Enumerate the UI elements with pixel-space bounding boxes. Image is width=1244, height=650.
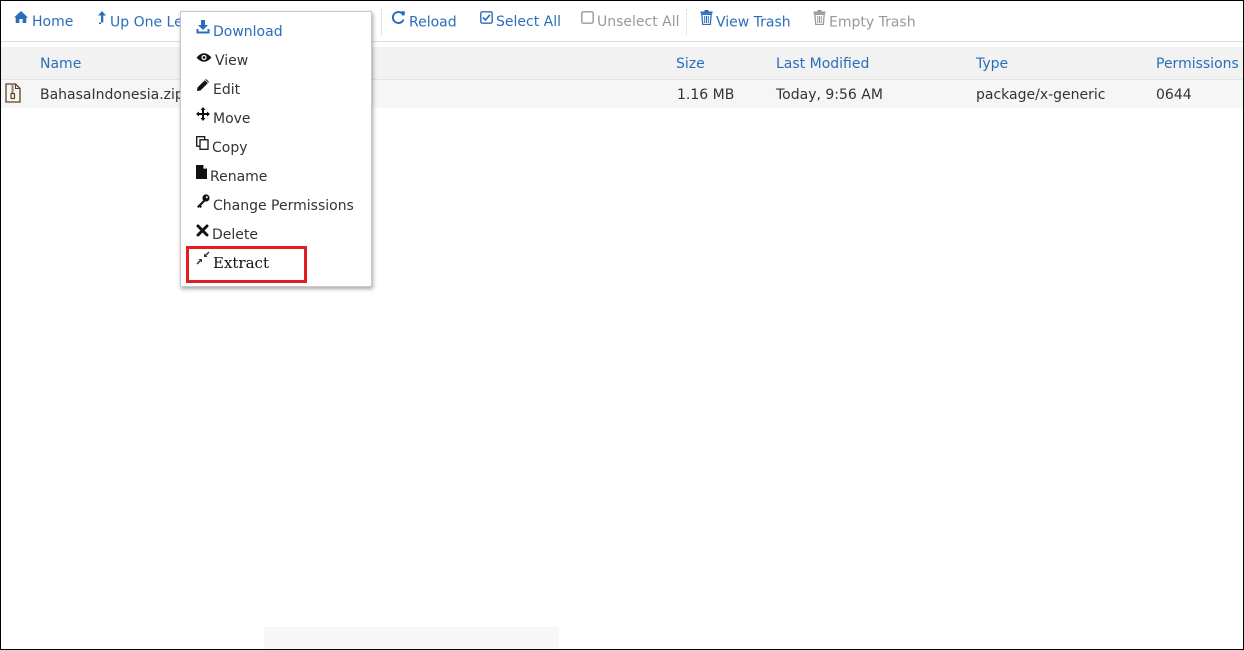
bottom-strip: [264, 627, 559, 649]
menu-label-edit: Edit: [213, 82, 241, 98]
menu-label-copy: Copy: [212, 140, 248, 156]
view-trash-label: View Trash: [716, 14, 791, 31]
menu-item-copy[interactable]: Copy: [196, 136, 248, 158]
menu-label-delete: Delete: [212, 227, 258, 243]
column-header-size[interactable]: Size: [676, 55, 705, 73]
menu-item-edit[interactable]: Edit: [196, 78, 241, 100]
key-icon: [196, 194, 210, 214]
column-header-type[interactable]: Type: [976, 55, 1008, 73]
menu-label-change-permissions: Change Permissions: [213, 198, 354, 214]
file-modified-cell: Today, 9:56 AM: [776, 87, 883, 103]
copy-icon: [196, 136, 209, 156]
pencil-icon: [196, 78, 210, 98]
trash-icon: [700, 10, 713, 31]
compress-icon: [196, 251, 210, 271]
toolbar-separator: [381, 9, 382, 35]
menu-item-view[interactable]: View: [196, 51, 248, 71]
select-all-label: Select All: [496, 14, 561, 30]
file-manager-window: Home Up One Le Reload Select All Unselec…: [0, 0, 1244, 650]
reload-icon: [391, 10, 406, 31]
menu-item-move[interactable]: Move: [196, 107, 251, 129]
eye-icon: [196, 49, 212, 69]
checked-box-icon: [480, 10, 493, 30]
context-menu: Download View Edit Move Copy Rename Chan…: [180, 11, 372, 287]
x-icon: [196, 223, 209, 243]
home-button[interactable]: Home: [13, 10, 74, 32]
file-icon: [196, 165, 207, 185]
file-type-cell: package/x-generic: [976, 87, 1106, 103]
up-one-level-label: Up One Le: [110, 14, 183, 31]
home-icon: [13, 10, 29, 30]
home-label: Home: [32, 14, 74, 30]
up-one-level-button[interactable]: Up One Le: [97, 10, 183, 32]
reload-button[interactable]: Reload: [391, 10, 457, 32]
file-name-cell[interactable]: BahasaIndonesia.zip: [40, 86, 184, 104]
column-header-permissions[interactable]: Permissions: [1156, 55, 1239, 73]
menu-label-move: Move: [213, 111, 251, 127]
empty-trash-button[interactable]: Empty Trash: [813, 10, 916, 32]
menu-label-view: View: [215, 53, 249, 69]
menu-item-delete[interactable]: Delete: [196, 223, 258, 245]
empty-box-icon: [581, 10, 594, 30]
select-all-button[interactable]: Select All: [480, 10, 561, 32]
empty-trash-label: Empty Trash: [829, 14, 916, 31]
file-permissions-cell: 0644: [1156, 87, 1192, 103]
menu-item-rename[interactable]: Rename: [196, 165, 268, 187]
menu-item-download[interactable]: Download: [196, 20, 283, 42]
unselect-all-button[interactable]: Unselect All: [581, 10, 680, 32]
trash-icon: [813, 10, 826, 31]
zip-file-icon: [5, 83, 21, 107]
menu-label-rename: Rename: [210, 169, 268, 185]
move-arrows-icon: [196, 107, 210, 127]
column-header-name[interactable]: Name: [40, 55, 81, 73]
menu-item-change-permissions[interactable]: Change Permissions: [196, 194, 354, 216]
menu-label-download: Download: [213, 24, 283, 40]
toolbar-separator: [686, 9, 687, 35]
column-header-last-modified[interactable]: Last Modified: [776, 55, 869, 73]
menu-item-extract[interactable]: Extract: [196, 251, 269, 273]
menu-label-extract: Extract: [213, 254, 269, 272]
reload-label: Reload: [409, 14, 457, 31]
download-icon: [196, 20, 210, 40]
file-size-cell: 1.16 MB: [677, 87, 735, 103]
level-up-icon: [97, 10, 107, 31]
unselect-all-label: Unselect All: [597, 14, 680, 30]
view-trash-button[interactable]: View Trash: [700, 10, 791, 32]
